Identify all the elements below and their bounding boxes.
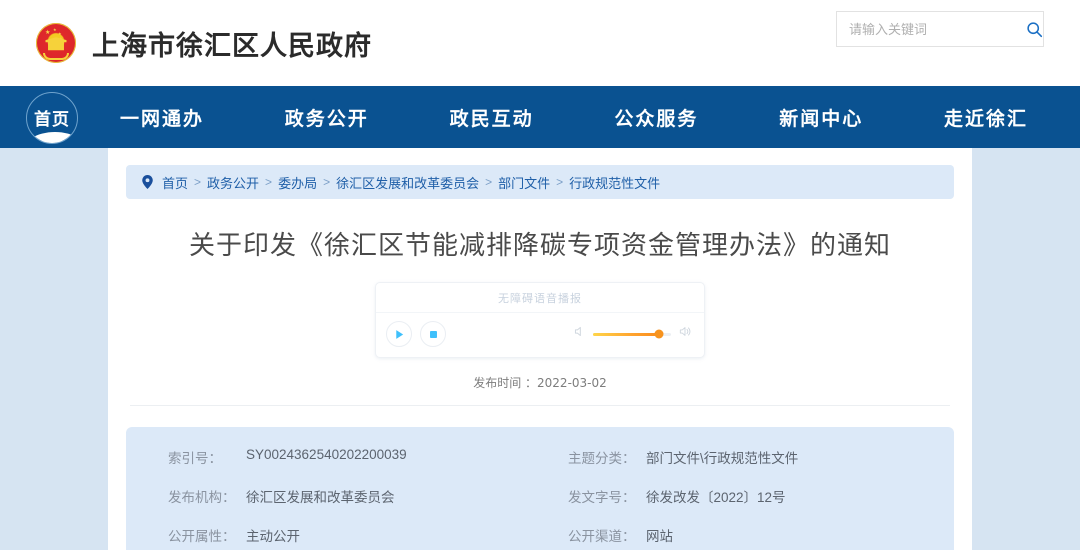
main-navigation: 首页 一网通办 政务公开 政民互动 公众服务 新闻中心 走近徐汇 bbox=[0, 86, 1080, 148]
breadcrumb-item-zhengwugongkai[interactable]: 政务公开 bbox=[207, 173, 259, 192]
volume-mute-icon[interactable] bbox=[573, 325, 586, 343]
stop-icon bbox=[428, 329, 439, 340]
nav-item-zhengwugongkai[interactable]: 政务公开 bbox=[285, 104, 369, 131]
document-meta-right-column: 主题分类： 部门文件\行政规范性文件 发文字号： 徐发改发〔2022〕12号 公… bbox=[540, 447, 954, 545]
meta-row-category: 主题分类： 部门文件\行政规范性文件 bbox=[568, 447, 954, 467]
breadcrumb-separator: > bbox=[323, 175, 330, 189]
volume-up-icon[interactable] bbox=[678, 325, 692, 343]
audio-player-controls bbox=[376, 313, 704, 357]
page-title: 关于印发《徐汇区节能减排降碳专项资金管理办法》的通知 bbox=[108, 225, 972, 262]
national-emblem-icon: ★ ★ ★ ★ ★ bbox=[36, 23, 76, 63]
volume-group bbox=[573, 325, 692, 343]
nav-home-button[interactable]: 首页 bbox=[26, 92, 78, 144]
play-icon bbox=[394, 329, 405, 340]
nav-item-zhengminhudong[interactable]: 政民互动 bbox=[450, 104, 534, 131]
search-icon bbox=[1026, 21, 1043, 38]
volume-slider-fill bbox=[593, 333, 659, 336]
breadcrumb-item-fagaiwei[interactable]: 徐汇区发展和改革委员会 bbox=[336, 173, 479, 192]
meta-value: 徐发改发〔2022〕12号 bbox=[646, 486, 786, 506]
meta-row-disclosure-channel: 公开渠道： 网站 bbox=[568, 525, 954, 545]
search-input[interactable] bbox=[837, 22, 1025, 37]
meta-label: 索引号： bbox=[168, 447, 246, 467]
meta-value: 网站 bbox=[646, 525, 673, 545]
location-pin-icon bbox=[142, 175, 153, 189]
publish-time: 发布时间 ：2022-03-02 bbox=[108, 374, 972, 391]
nav-home-label: 首页 bbox=[34, 105, 70, 130]
meta-label: 公开渠道： bbox=[568, 525, 646, 545]
stop-button[interactable] bbox=[420, 321, 446, 347]
site-brand[interactable]: ★ ★ ★ ★ ★ 上海市徐汇区人民政府 bbox=[36, 23, 372, 63]
meta-value: SY0024362540202200039 bbox=[246, 447, 407, 467]
meta-row-publisher: 发布机构： 徐汇区发展和改革委员会 bbox=[168, 486, 540, 506]
site-title: 上海市徐汇区人民政府 bbox=[92, 24, 372, 63]
nav-item-zoujinxuhui[interactable]: 走近徐汇 bbox=[944, 104, 1028, 131]
breadcrumb-item-current: 行政规范性文件 bbox=[569, 173, 660, 192]
breadcrumb-separator: > bbox=[556, 175, 563, 189]
divider bbox=[130, 405, 950, 406]
document-meta-box: 索引号： SY0024362540202200039 发布机构： 徐汇区发展和改… bbox=[126, 427, 954, 550]
breadcrumb-separator: > bbox=[485, 175, 492, 189]
wave-decoration bbox=[26, 132, 78, 144]
page-background: 首页 > 政务公开 > 委办局 > 徐汇区发展和改革委员会 > 部门文件 > 行… bbox=[0, 148, 1080, 550]
publish-time-value: 2022-03-02 bbox=[537, 376, 607, 390]
audio-player: 无障碍语音播报 bbox=[375, 282, 705, 358]
audio-player-wrapper: 无障碍语音播报 bbox=[108, 282, 972, 358]
meta-label: 发布机构： bbox=[168, 486, 246, 506]
meta-row-document-number: 发文字号： 徐发改发〔2022〕12号 bbox=[568, 486, 954, 506]
publish-time-label: 发布时间 ： bbox=[473, 376, 537, 390]
volume-slider[interactable] bbox=[593, 333, 671, 336]
nav-items: 一网通办 政务公开 政民互动 公众服务 新闻中心 走近徐汇 bbox=[120, 104, 1050, 131]
meta-label: 公开属性： bbox=[168, 525, 246, 545]
nav-item-yiwangtongban[interactable]: 一网通办 bbox=[120, 104, 204, 131]
breadcrumb-item-bumenwenjian[interactable]: 部门文件 bbox=[498, 173, 550, 192]
meta-label: 主题分类： bbox=[568, 447, 646, 467]
nav-item-xinwenzhongxin[interactable]: 新闻中心 bbox=[779, 104, 863, 131]
breadcrumb-separator: > bbox=[265, 175, 272, 189]
play-button[interactable] bbox=[386, 321, 412, 347]
search-box[interactable] bbox=[836, 11, 1044, 47]
breadcrumb-item-home[interactable]: 首页 bbox=[162, 173, 188, 192]
meta-value: 部门文件\行政规范性文件 bbox=[646, 447, 798, 467]
nav-item-gongzhongfuwu[interactable]: 公众服务 bbox=[614, 104, 698, 131]
meta-value: 主动公开 bbox=[246, 525, 300, 545]
breadcrumb: 首页 > 政务公开 > 委办局 > 徐汇区发展和改革委员会 > 部门文件 > 行… bbox=[126, 165, 954, 199]
breadcrumb-separator: > bbox=[194, 175, 201, 189]
meta-value: 徐汇区发展和改革委员会 bbox=[246, 486, 395, 506]
meta-row-index-number: 索引号： SY0024362540202200039 bbox=[168, 447, 540, 467]
search-button[interactable] bbox=[1025, 12, 1043, 46]
audio-player-title: 无障碍语音播报 bbox=[376, 283, 704, 313]
meta-row-disclosure-attribute: 公开属性： 主动公开 bbox=[168, 525, 540, 545]
breadcrumb-item-weibanju[interactable]: 委办局 bbox=[278, 173, 317, 192]
content-card: 首页 > 政务公开 > 委办局 > 徐汇区发展和改革委员会 > 部门文件 > 行… bbox=[108, 148, 972, 550]
site-header: ★ ★ ★ ★ ★ 上海市徐汇区人民政府 bbox=[0, 0, 1080, 86]
volume-slider-thumb[interactable] bbox=[655, 330, 664, 339]
document-meta-left-column: 索引号： SY0024362540202200039 发布机构： 徐汇区发展和改… bbox=[126, 447, 540, 545]
meta-label: 发文字号： bbox=[568, 486, 646, 506]
